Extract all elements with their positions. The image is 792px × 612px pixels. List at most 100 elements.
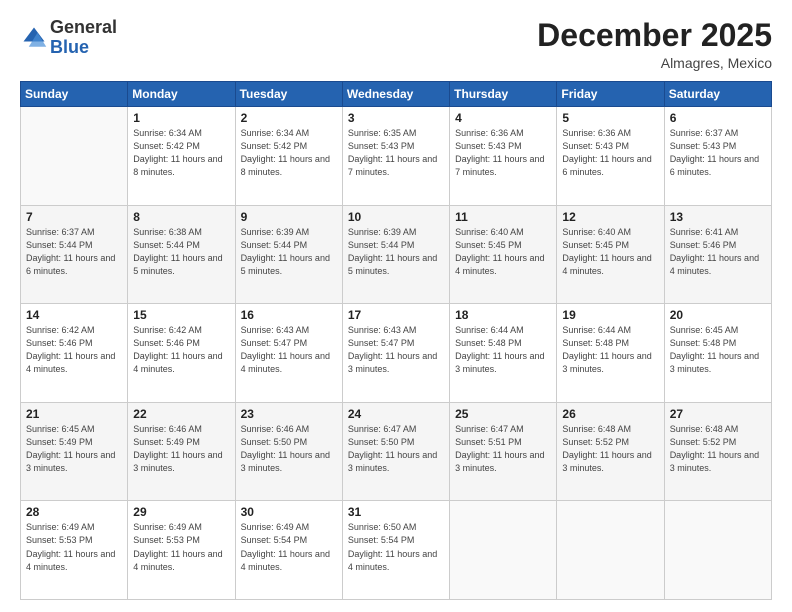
table-row: 13Sunrise: 6:41 AMSunset: 5:46 PMDayligh…: [664, 205, 771, 304]
day-number: 17: [348, 308, 444, 322]
table-row: 2Sunrise: 6:34 AMSunset: 5:42 PMDaylight…: [235, 107, 342, 206]
day-number: 31: [348, 505, 444, 519]
day-number: 3: [348, 111, 444, 125]
table-row: 6 Sunrise: 6:37 AMSunset: 5:43 PMDaylight…: [664, 107, 771, 206]
month-title: December 2025: [537, 18, 772, 53]
calendar-week-row: 14Sunrise: 6:42 AMSunset: 5:46 PMDayligh…: [21, 304, 772, 403]
table-row: 4 Sunrise: 6:36 AMSunset: 5:43 PMDaylight…: [450, 107, 557, 206]
day-info: Sunrise: 6:35 AMSunset: 5:43 PMDaylight:…: [348, 127, 444, 179]
day-info: Sunrise: 6:40 AMSunset: 5:45 PMDaylight:…: [562, 226, 658, 278]
day-number: 6: [670, 111, 766, 125]
day-info: Sunrise: 6:44 AMSunset: 5:48 PMDaylight:…: [455, 324, 551, 376]
day-info: Sunrise: 6:34 AMSunset: 5:42 PMDaylight:…: [241, 127, 337, 179]
table-row: [664, 501, 771, 600]
day-number: 25: [455, 407, 551, 421]
header: General Blue December 2025 Almagres, Mex…: [20, 18, 772, 71]
day-info: Sunrise: 6:50 AMSunset: 5:54 PMDaylight:…: [348, 521, 444, 573]
day-number: 18: [455, 308, 551, 322]
table-row: [21, 107, 128, 206]
day-info: Sunrise: 6:48 AMSunset: 5:52 PMDaylight:…: [562, 423, 658, 475]
table-row: 14Sunrise: 6:42 AMSunset: 5:46 PMDayligh…: [21, 304, 128, 403]
table-row: 1Sunrise: 6:34 AMSunset: 5:42 PMDaylight…: [128, 107, 235, 206]
day-number: 22: [133, 407, 229, 421]
table-row: 25 Sunrise: 6:47 AMSunset: 5:51 PMDayligh…: [450, 402, 557, 501]
table-row: 9Sunrise: 6:39 AMSunset: 5:44 PMDaylight…: [235, 205, 342, 304]
col-wednesday: Wednesday: [342, 82, 449, 107]
day-info: Sunrise: 6:43 AMSunset: 5:47 PMDaylight:…: [348, 324, 444, 376]
day-info: Sunrise: 6:47 AMSunset: 5:51 PMDaylight:…: [455, 423, 551, 475]
day-number: 16: [241, 308, 337, 322]
day-info: Sunrise: 6:47 AMSunset: 5:50 PMDaylight:…: [348, 423, 444, 475]
day-info: Sunrise: 6:46 AMSunset: 5:49 PMDaylight:…: [133, 423, 229, 475]
table-row: 10 Sunrise: 6:39 AMSunset: 5:44 PMDayligh…: [342, 205, 449, 304]
table-row: 22 Sunrise: 6:46 AMSunset: 5:49 PMDayligh…: [128, 402, 235, 501]
day-number: 21: [26, 407, 122, 421]
day-number: 29: [133, 505, 229, 519]
day-info: Sunrise: 6:39 AMSunset: 5:44 PMDaylight:…: [241, 226, 337, 278]
table-row: 8Sunrise: 6:38 AMSunset: 5:44 PMDaylight…: [128, 205, 235, 304]
table-row: 23 Sunrise: 6:46 AMSunset: 5:50 PMDayligh…: [235, 402, 342, 501]
day-info: Sunrise: 6:37 AMSunset: 5:44 PMDaylight:…: [26, 226, 122, 278]
day-info: Sunrise: 6:46 AMSunset: 5:50 PMDaylight:…: [241, 423, 337, 475]
logo-general-text: General: [50, 17, 117, 37]
day-info: Sunrise: 6:49 AMSunset: 5:53 PMDaylight:…: [133, 521, 229, 573]
day-number: 28: [26, 505, 122, 519]
day-number: 1: [133, 111, 229, 125]
table-row: 7Sunrise: 6:37 AMSunset: 5:44 PMDaylight…: [21, 205, 128, 304]
calendar-week-row: 1 Sunrise: 6:34 AMSunset: 5:42 PMDaylight…: [21, 107, 772, 206]
logo-blue-text: Blue: [50, 37, 89, 57]
col-friday: Friday: [557, 82, 664, 107]
title-block: December 2025 Almagres, Mexico: [537, 18, 772, 71]
day-number: 20: [670, 308, 766, 322]
logo: General Blue: [20, 18, 117, 58]
day-number: 10: [348, 210, 444, 224]
day-info: Sunrise: 6:42 AMSunset: 5:46 PMDaylight:…: [133, 324, 229, 376]
day-number: 15: [133, 308, 229, 322]
day-number: 8: [133, 210, 229, 224]
day-info: Sunrise: 6:39 AMSunset: 5:44 PMDaylight:…: [348, 226, 444, 278]
day-info: Sunrise: 6:42 AMSunset: 5:46 PMDaylight:…: [26, 324, 122, 376]
calendar-week-row: 7Sunrise: 6:37 AMSunset: 5:44 PMDaylight…: [21, 205, 772, 304]
day-number: 30: [241, 505, 337, 519]
calendar-header-row: Sunday Monday Tuesday Wednesday Thursday…: [21, 82, 772, 107]
table-row: 11Sunrise: 6:40 AMSunset: 5:45 PMDayligh…: [450, 205, 557, 304]
col-tuesday: Tuesday: [235, 82, 342, 107]
table-row: 15 Sunrise: 6:42 AMSunset: 5:46 PMDayligh…: [128, 304, 235, 403]
day-number: 26: [562, 407, 658, 421]
day-info: Sunrise: 6:44 AMSunset: 5:48 PMDaylight:…: [562, 324, 658, 376]
table-row: 21 Sunrise: 6:45 AMSunset: 5:49 PMDayligh…: [21, 402, 128, 501]
day-number: 5: [562, 111, 658, 125]
calendar-week-row: 28 Sunrise: 6:49 AMSunset: 5:53 PMDayligh…: [21, 501, 772, 600]
col-thursday: Thursday: [450, 82, 557, 107]
day-info: Sunrise: 6:49 AMSunset: 5:54 PMDaylight:…: [241, 521, 337, 573]
day-info: Sunrise: 6:45 AMSunset: 5:49 PMDaylight:…: [26, 423, 122, 475]
day-info: Sunrise: 6:45 AMSunset: 5:48 PMDaylight:…: [670, 324, 766, 376]
table-row: [450, 501, 557, 600]
day-number: 24: [348, 407, 444, 421]
logo-icon: [20, 24, 48, 52]
day-info: Sunrise: 6:37 AMSunset: 5:43 PMDaylight:…: [670, 127, 766, 179]
table-row: 3 Sunrise: 6:35 AMSunset: 5:43 PMDaylight…: [342, 107, 449, 206]
day-number: 4: [455, 111, 551, 125]
day-info: Sunrise: 6:36 AMSunset: 5:43 PMDaylight:…: [562, 127, 658, 179]
day-number: 19: [562, 308, 658, 322]
day-info: Sunrise: 6:36 AMSunset: 5:43 PMDaylight:…: [455, 127, 551, 179]
table-row: 12 Sunrise: 6:40 AMSunset: 5:45 PMDayligh…: [557, 205, 664, 304]
table-row: 20 Sunrise: 6:45 AMSunset: 5:48 PMDayligh…: [664, 304, 771, 403]
day-info: Sunrise: 6:49 AMSunset: 5:53 PMDaylight:…: [26, 521, 122, 573]
location: Almagres, Mexico: [537, 55, 772, 71]
table-row: 19 Sunrise: 6:44 AMSunset: 5:48 PMDayligh…: [557, 304, 664, 403]
table-row: 26 Sunrise: 6:48 AMSunset: 5:52 PMDayligh…: [557, 402, 664, 501]
table-row: [557, 501, 664, 600]
day-info: Sunrise: 6:41 AMSunset: 5:46 PMDaylight:…: [670, 226, 766, 278]
calendar-week-row: 21 Sunrise: 6:45 AMSunset: 5:49 PMDayligh…: [21, 402, 772, 501]
table-row: 31 Sunrise: 6:50 AMSunset: 5:54 PMDayligh…: [342, 501, 449, 600]
table-row: 24 Sunrise: 6:47 AMSunset: 5:50 PMDayligh…: [342, 402, 449, 501]
day-number: 23: [241, 407, 337, 421]
page: General Blue December 2025 Almagres, Mex…: [0, 0, 792, 612]
col-sunday: Sunday: [21, 82, 128, 107]
calendar-table: Sunday Monday Tuesday Wednesday Thursday…: [20, 81, 772, 600]
table-row: 5 Sunrise: 6:36 AMSunset: 5:43 PMDaylight…: [557, 107, 664, 206]
table-row: 30 Sunrise: 6:49 AMSunset: 5:54 PMDayligh…: [235, 501, 342, 600]
day-number: 12: [562, 210, 658, 224]
